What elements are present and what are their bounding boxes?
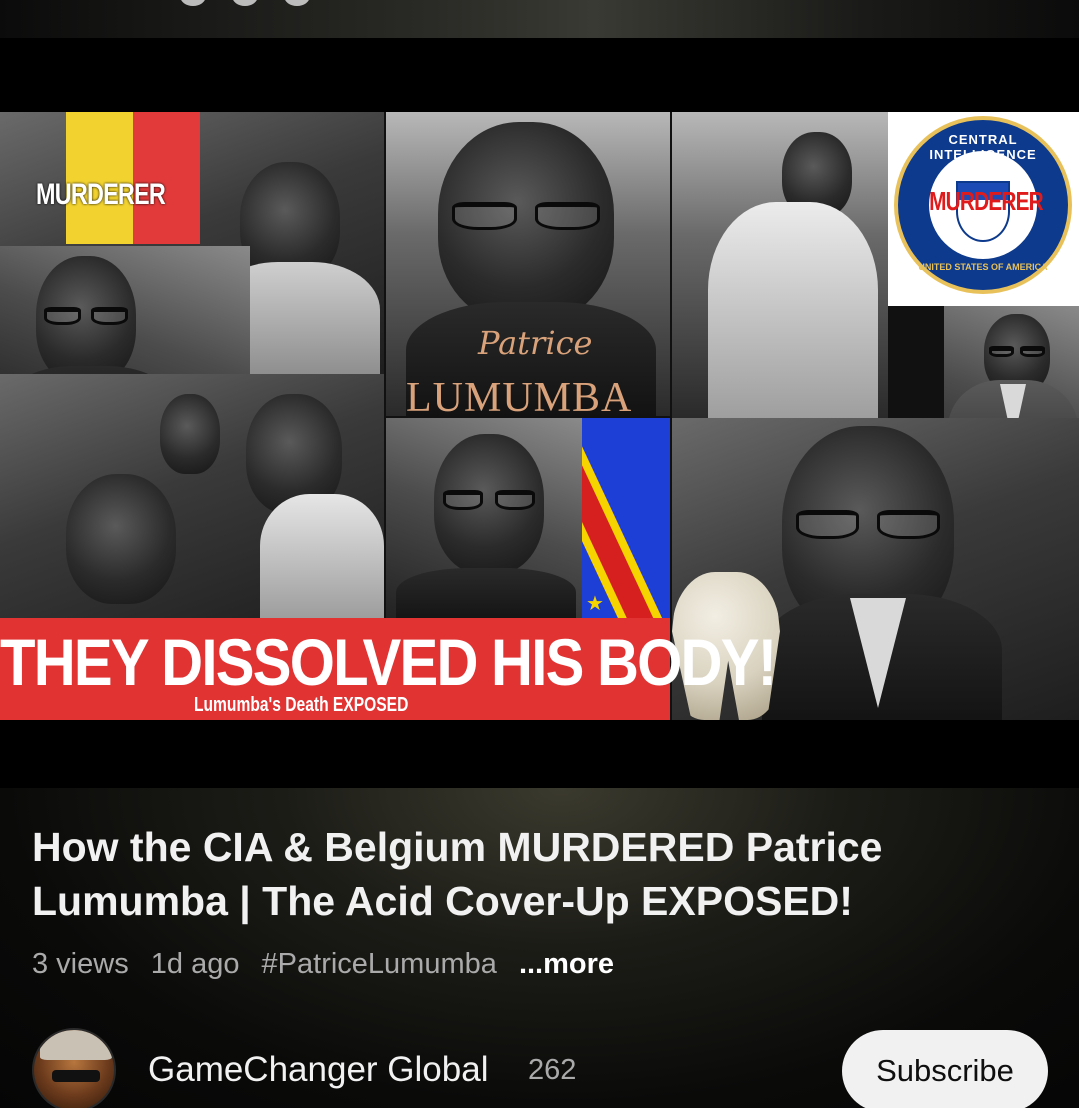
photo-face [36,256,136,384]
headline-banner: THEY DISSOLVED HIS BODY! Lumumba's Death… [0,618,777,720]
photo-body [396,568,576,618]
cropped-icons [180,0,380,8]
channel-name[interactable]: GameChanger Global [148,1050,488,1090]
seal-murderer-stamp: MURDERER [929,186,1044,216]
poster-script-title: Patrice [478,324,593,362]
channel-avatar[interactable] [32,1028,116,1108]
channel-row: GameChanger Global 262 Subscribe [32,1028,1048,1108]
photo-face [160,394,220,474]
star-icon: ★ [586,593,604,615]
subscribe-button[interactable]: Subscribe [842,1030,1048,1108]
flag-murderer-label: MURDERER [36,178,166,211]
poster-panel [386,112,670,416]
thumbnail-subline: Lumumba's Death EXPOSED [194,694,409,716]
view-count: 3 views [32,948,129,980]
photo-face [434,434,544,574]
cia-seal-panel: CENTRAL INTELLIGENCE AGENCY MURDERER UNI… [888,112,1079,306]
photo-panel-soldiers [0,374,384,618]
photo-body [260,494,384,618]
photo-body [708,202,878,418]
cia-seal: CENTRAL INTELLIGENCE AGENCY MURDERER UNI… [894,116,1072,294]
photo-face [438,122,614,322]
photo-panel-seated [672,112,888,418]
drc-flag: ★ [582,418,670,618]
photo-panel-speech [386,418,582,618]
video-meta[interactable]: 3 views 1d ago #PatriceLumumba ...more [32,948,628,981]
video-info: How the CIA & Belgium MURDERED Patrice L… [0,788,1079,1108]
top-overlay-strip [0,0,1079,38]
photo-face [66,474,176,604]
upload-age: 1d ago [150,948,240,980]
subscriber-count: 262 [528,1054,577,1086]
more-link[interactable]: ...more [519,948,614,980]
thumbnail-headline: THEY DISSOLVED HIS BODY! [0,625,777,699]
hashtag-link[interactable]: #PatriceLumumba [262,948,497,980]
video-title[interactable]: How the CIA & Belgium MURDERED Patrice L… [32,820,1032,928]
video-thumbnail[interactable]: MURDERER Patrice LUMUMBA ★ CENTRAL MURDE… [0,112,1079,720]
seal-bottom-text: UNITED STATES OF AMERICA [918,262,1048,272]
poster-name-title: LUMUMBA [406,375,633,421]
